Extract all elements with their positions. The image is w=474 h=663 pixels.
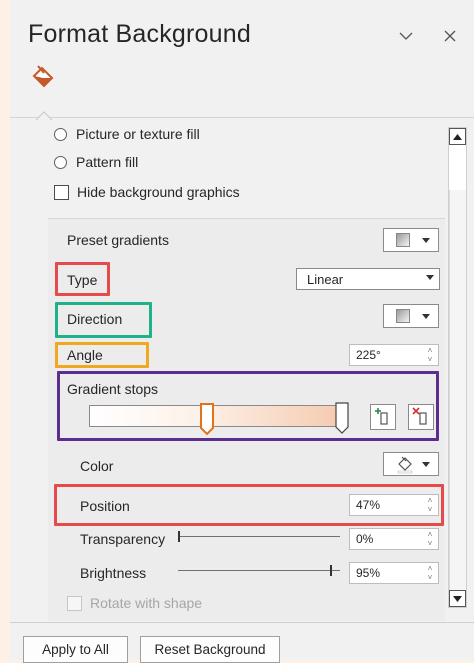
direction-label: Direction	[67, 311, 123, 327]
position-value: 47%	[356, 498, 381, 512]
slider-track	[178, 570, 340, 571]
dropdown-arrow-icon	[422, 314, 430, 319]
gradient-stops-bar[interactable]	[89, 405, 348, 427]
rotate-with-shape-label: Rotate with shape	[90, 595, 203, 611]
scroll-up-button[interactable]	[449, 128, 466, 145]
dropdown-arrow-icon	[422, 238, 430, 243]
tab-underline	[10, 117, 474, 118]
angle-label: Angle	[67, 347, 103, 363]
footer-divider	[10, 622, 474, 623]
dropdown-arrow-icon	[422, 462, 430, 467]
remove-gradient-stop-button[interactable]	[408, 404, 434, 430]
rotate-with-shape-checkbox[interactable]	[67, 596, 82, 611]
type-select[interactable]: Linear	[296, 268, 440, 290]
gradient-swatch-icon	[396, 233, 410, 247]
format-background-pane: Format Background Picture or texture fil…	[10, 0, 474, 663]
picture-fill-radio[interactable]	[54, 128, 67, 141]
spin-arrows-icon[interactable]: ˄ ˅	[425, 496, 435, 514]
angle-spinner[interactable]: 225° ˄ ˅	[349, 344, 439, 366]
color-picker-button[interactable]	[383, 452, 439, 476]
gradient-stops-label: Gradient stops	[67, 381, 159, 397]
brightness-label: Brightness	[80, 565, 147, 581]
paint-bucket-icon[interactable]	[30, 64, 56, 90]
brightness-spinner[interactable]: 95% ˄ ˅	[349, 562, 439, 584]
gradient-stop[interactable]	[335, 402, 349, 434]
scroll-down-button[interactable]	[449, 590, 466, 607]
spin-arrows-icon[interactable]: ˄ ˅	[425, 346, 435, 364]
brightness-slider[interactable]	[178, 562, 340, 580]
type-select-value: Linear	[307, 271, 344, 287]
direction-button[interactable]	[383, 304, 439, 328]
gradient-swatch-icon	[396, 309, 410, 323]
preset-gradients-button[interactable]	[383, 228, 439, 252]
chevron-down-icon[interactable]	[394, 24, 418, 48]
reset-background-button[interactable]: Reset Background	[140, 636, 280, 663]
close-icon[interactable]	[438, 24, 462, 48]
add-stop-icon	[375, 408, 388, 425]
spin-arrows-icon[interactable]: ˄ ˅	[425, 564, 435, 582]
transparency-label: Transparency	[80, 531, 166, 547]
picture-fill-label: Picture or texture fill	[76, 126, 200, 142]
preset-gradients-label: Preset gradients	[67, 232, 169, 248]
tab-notch	[35, 107, 53, 121]
pane-title: Format Background	[28, 20, 251, 48]
position-spinner[interactable]: 47% ˄ ˅	[349, 494, 439, 516]
chevron-down-icon	[426, 275, 434, 280]
slider-track	[178, 536, 340, 537]
gradient-stop-selected[interactable]	[199, 402, 215, 436]
slider-thumb[interactable]	[330, 565, 332, 576]
pattern-fill-radio[interactable]	[54, 156, 67, 169]
fill-color-icon	[397, 456, 413, 474]
scrollbar-thumb[interactable]	[449, 190, 466, 590]
hide-background-graphics-checkbox[interactable]	[54, 185, 69, 200]
add-gradient-stop-button[interactable]	[370, 404, 396, 430]
color-label: Color	[80, 458, 114, 474]
transparency-value: 0%	[356, 532, 374, 546]
hide-background-graphics-label: Hide background graphics	[77, 184, 240, 200]
transparency-slider[interactable]	[178, 528, 340, 546]
pattern-fill-label: Pattern fill	[76, 154, 139, 170]
spin-arrows-icon[interactable]: ˄ ˅	[425, 530, 435, 548]
angle-value: 225°	[356, 348, 381, 362]
position-label: Position	[80, 498, 130, 514]
remove-stop-icon	[412, 407, 427, 425]
slider-thumb[interactable]	[178, 531, 180, 542]
apply-to-all-button[interactable]: Apply to All	[23, 636, 128, 663]
transparency-spinner[interactable]: 0% ˄ ˅	[349, 528, 439, 550]
type-label: Type	[67, 272, 98, 288]
brightness-value: 95%	[356, 566, 381, 580]
